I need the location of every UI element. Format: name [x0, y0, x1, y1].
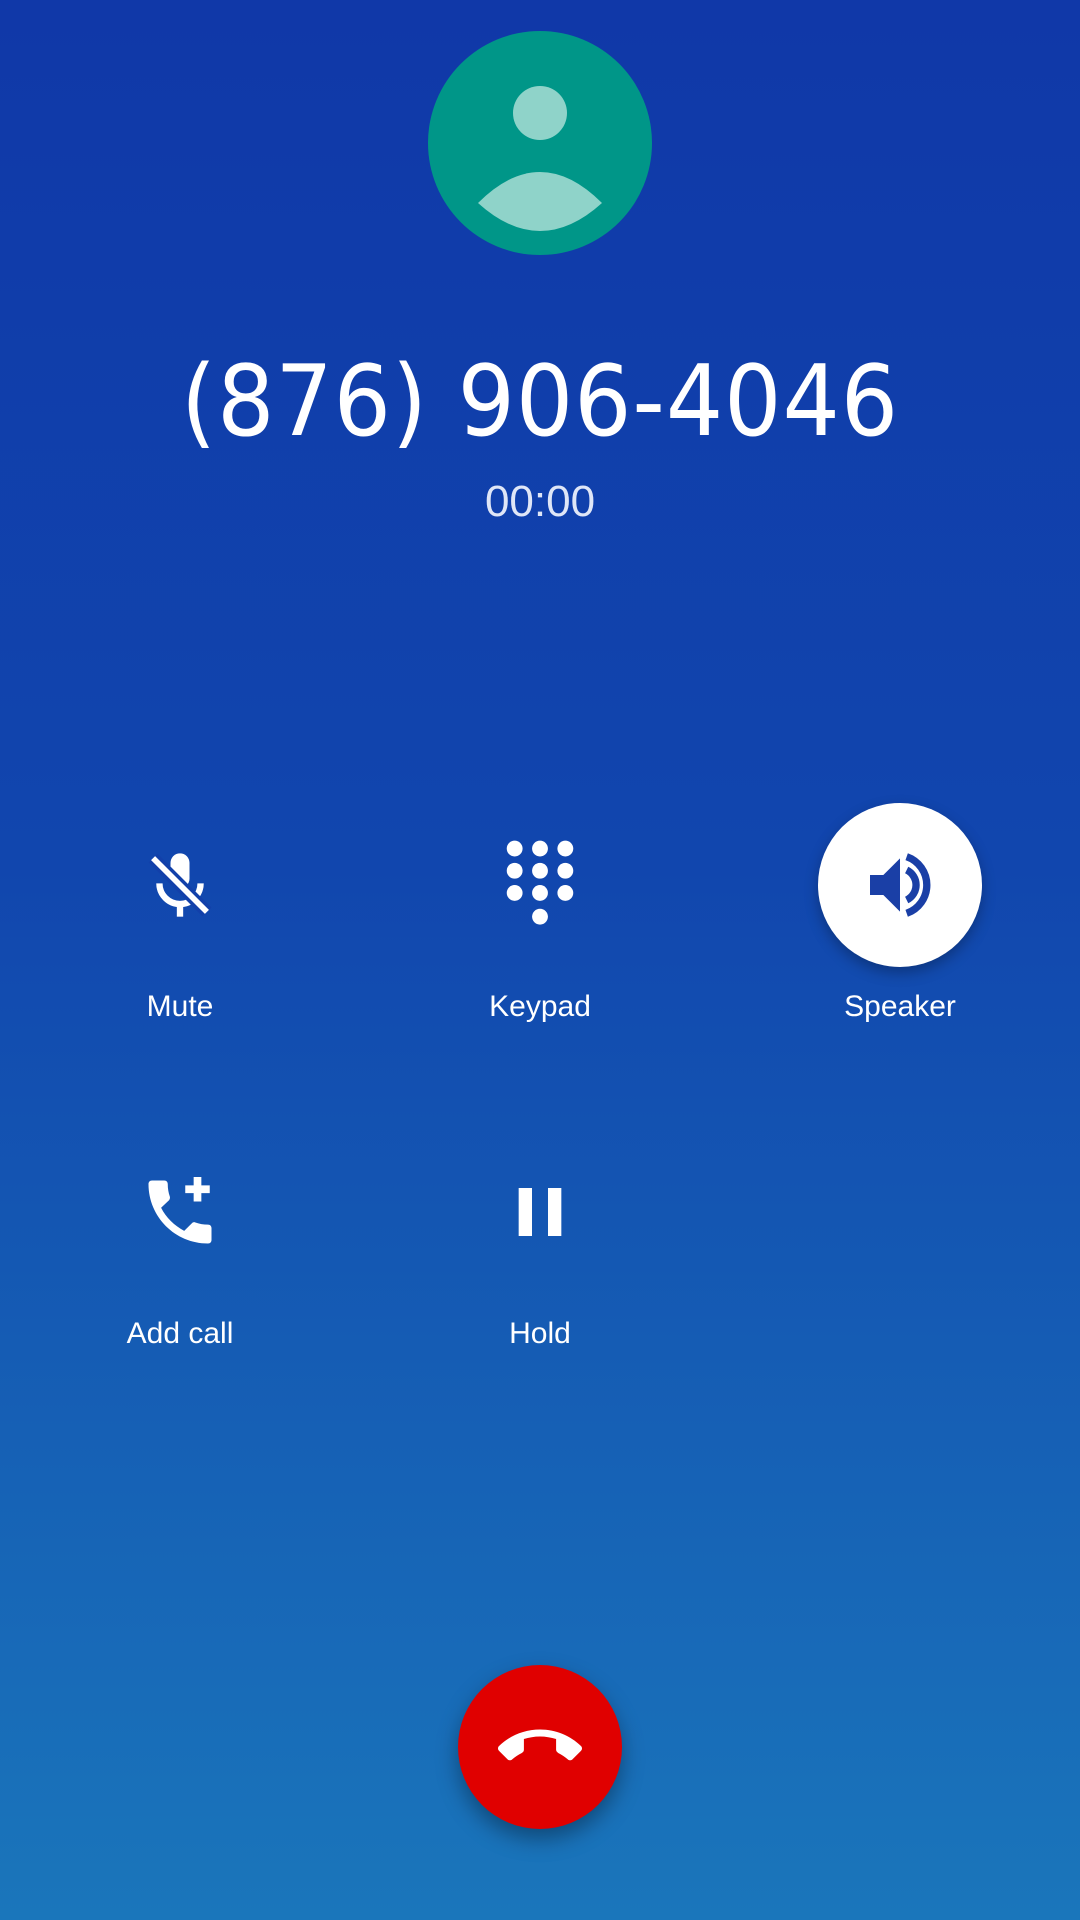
speaker-button[interactable]: Speaker	[720, 803, 1080, 1063]
pause-icon	[518, 1188, 562, 1236]
keypad-icon-wrap	[458, 803, 622, 967]
contact-avatar	[428, 31, 652, 255]
mic-off-icon	[148, 853, 212, 917]
call-timer: 00:00	[484, 477, 596, 526]
end-call-button[interactable]	[458, 1665, 622, 1829]
volume-up-icon	[870, 853, 931, 917]
hold-label: Hold	[509, 1317, 571, 1350]
mute-label: Mute	[146, 990, 214, 1023]
add-call-icon	[148, 1177, 212, 1244]
hold-button[interactable]: Hold	[360, 1130, 720, 1390]
person-icon	[478, 86, 602, 231]
call-end-icon	[498, 1729, 582, 1761]
add-call-label: Add call	[126, 1317, 234, 1350]
mute-button[interactable]: Mute	[0, 803, 360, 1063]
dialpad-icon	[506, 840, 574, 925]
add-call-icon-wrap	[98, 1130, 262, 1294]
hold-icon-wrap	[458, 1130, 622, 1294]
keypad-button[interactable]: Keypad	[360, 803, 720, 1063]
speaker-icon-wrap	[818, 803, 982, 967]
keypad-label: Keypad	[489, 990, 591, 1023]
speaker-label: Speaker	[844, 990, 956, 1023]
add-call-button[interactable]: Add call	[0, 1130, 360, 1390]
mute-icon-wrap	[98, 803, 262, 967]
phone-number: (876) 906-4046	[180, 345, 900, 459]
